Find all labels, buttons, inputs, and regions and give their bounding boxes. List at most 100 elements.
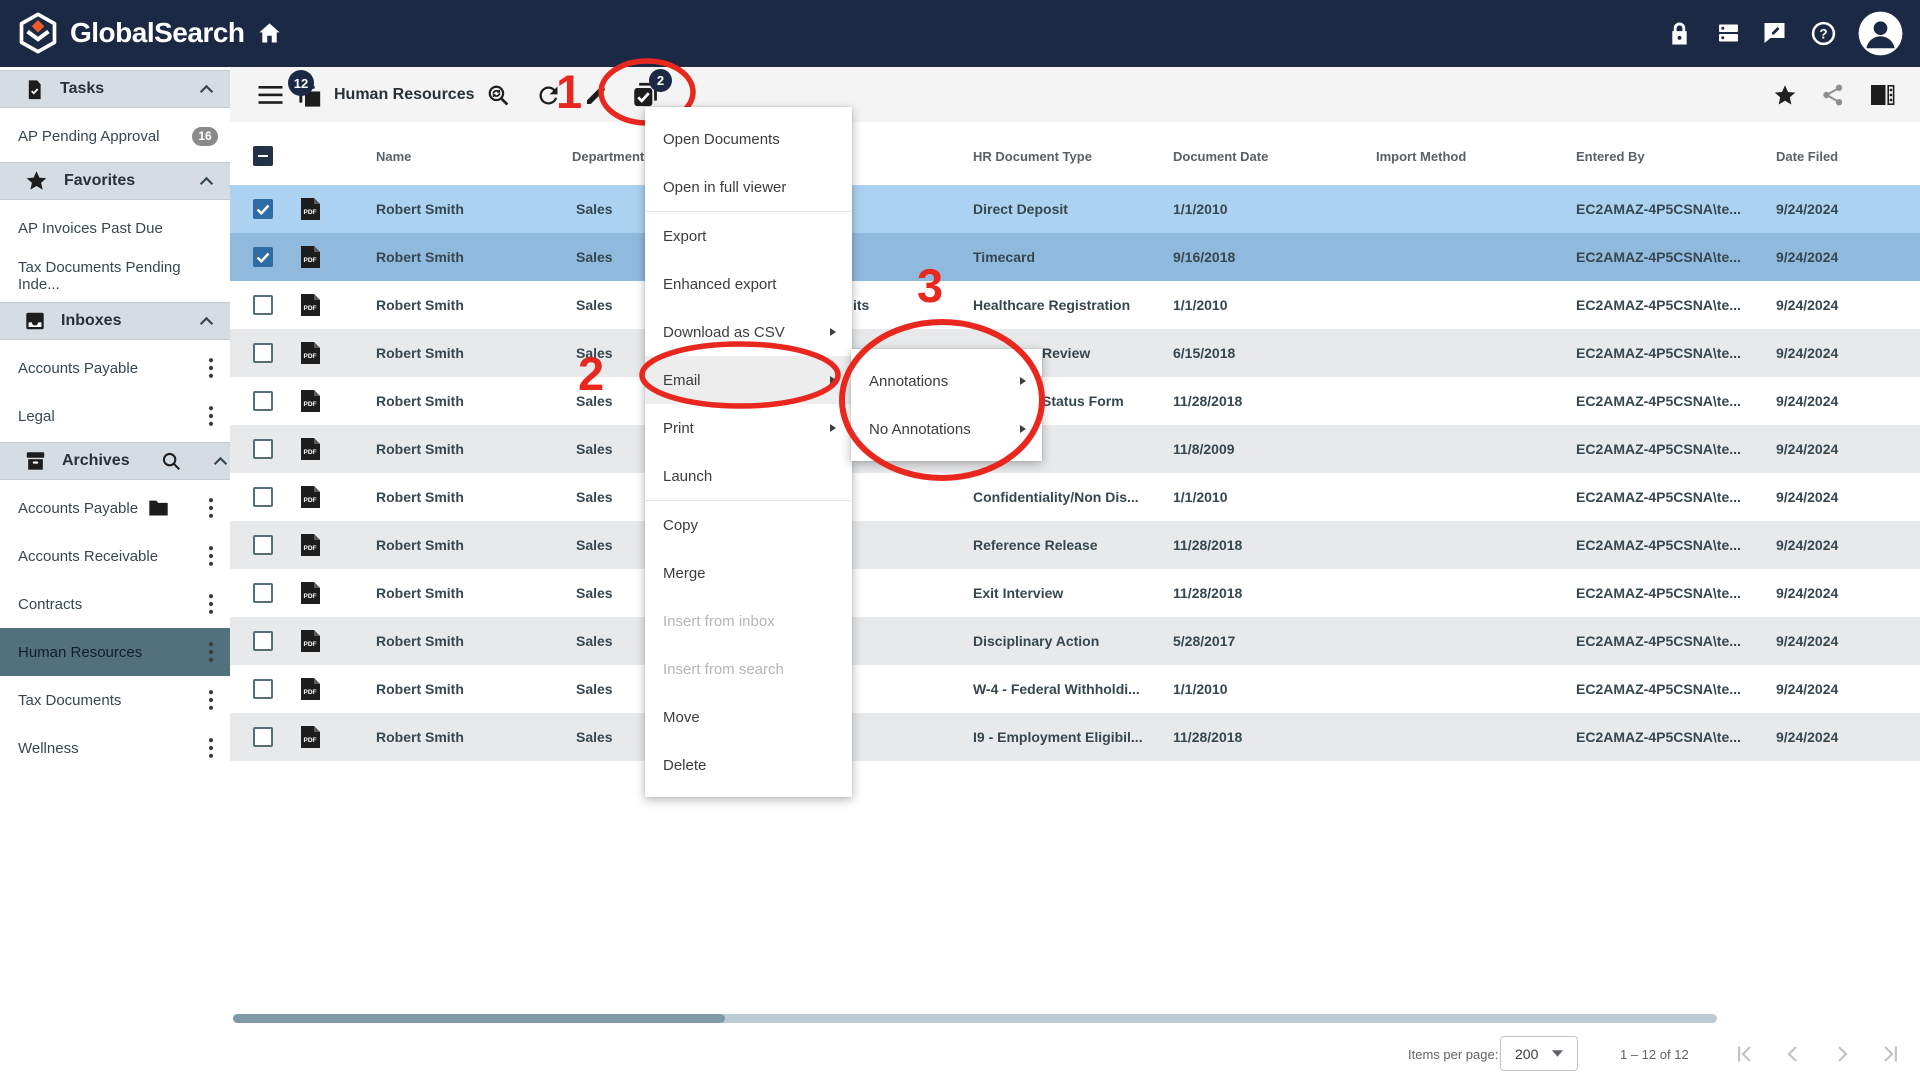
- row-checkbox[interactable]: [253, 487, 273, 507]
- view-column-icon[interactable]: [1870, 84, 1895, 106]
- menu-item-print[interactable]: Print: [645, 404, 852, 452]
- submenu-item-no-annotations[interactable]: No Annotations: [851, 405, 1042, 453]
- previous-page-button[interactable]: [1780, 1041, 1806, 1067]
- pdf-file-icon[interactable]: PDF: [300, 425, 321, 473]
- table-row[interactable]: PDFRobert SmithSalesReference Release11/…: [230, 521, 1920, 569]
- table-row[interactable]: PDFRobert SmithSalesConfidentiality/Non …: [230, 473, 1920, 521]
- menu-item-copy[interactable]: Copy: [645, 501, 852, 549]
- row-checkbox[interactable]: [253, 295, 273, 315]
- page-size-select[interactable]: 200: [1500, 1036, 1578, 1071]
- lock-icon[interactable]: [1668, 21, 1691, 47]
- menu-item-move[interactable]: Move: [645, 693, 852, 741]
- menu-item-open-in-full-viewer[interactable]: Open in full viewer: [645, 163, 852, 211]
- table-row[interactable]: PDFRobert SmithSalesDisciplinary Action5…: [230, 617, 1920, 665]
- search-icon[interactable]: [160, 450, 182, 472]
- next-page-button[interactable]: [1829, 1041, 1855, 1067]
- menu-item-open-documents[interactable]: Open Documents: [645, 115, 852, 163]
- pdf-file-icon[interactable]: PDF: [300, 713, 321, 761]
- pdf-file-icon[interactable]: PDF: [300, 377, 321, 425]
- sidebar-item-accounts-receivable[interactable]: Accounts Receivable: [0, 532, 230, 580]
- first-page-button[interactable]: [1731, 1041, 1757, 1067]
- menu-item-delete[interactable]: Delete: [645, 741, 852, 789]
- row-checkbox[interactable]: [253, 247, 273, 267]
- select-all-checkbox[interactable]: [253, 146, 273, 166]
- column-header-document-date[interactable]: Document Date: [1173, 141, 1268, 171]
- kebab-menu-icon[interactable]: [204, 641, 218, 663]
- row-checkbox[interactable]: [253, 391, 273, 411]
- scrollbar-thumb[interactable]: [233, 1014, 725, 1023]
- sidebar-item-wellness[interactable]: Wellness: [0, 724, 230, 772]
- kebab-menu-icon[interactable]: [204, 405, 218, 427]
- row-checkbox[interactable]: [253, 343, 273, 363]
- pdf-file-icon[interactable]: PDF: [300, 569, 321, 617]
- pdf-file-icon[interactable]: PDF: [300, 665, 321, 713]
- kebab-menu-icon[interactable]: [204, 357, 218, 379]
- kebab-menu-icon[interactable]: [204, 689, 218, 711]
- row-checkbox[interactable]: [253, 439, 273, 459]
- kebab-menu-icon[interactable]: [204, 593, 218, 615]
- menu-item-enhanced-export[interactable]: Enhanced export: [645, 260, 852, 308]
- pdf-file-icon[interactable]: PDF: [300, 473, 321, 521]
- help-icon[interactable]: ?: [1811, 21, 1836, 46]
- kebab-menu-icon[interactable]: [204, 497, 218, 519]
- pdf-file-icon[interactable]: PDF: [300, 329, 321, 377]
- kebab-menu-icon[interactable]: [204, 545, 218, 567]
- sidebar-item-contracts[interactable]: Contracts: [0, 580, 230, 628]
- pdf-file-icon[interactable]: PDF: [300, 521, 321, 569]
- pdf-file-icon[interactable]: PDF: [300, 281, 321, 329]
- row-checkbox[interactable]: [253, 535, 273, 555]
- column-header-department[interactable]: Department: [572, 141, 644, 171]
- menu-item-export[interactable]: Export: [645, 212, 852, 260]
- table-row[interactable]: PDFRobert SmithSalesI9 - Employment Elig…: [230, 713, 1920, 761]
- column-header-entered-by[interactable]: Entered By: [1576, 141, 1645, 171]
- table-row[interactable]: PDFRobert SmithSalesitsHealthcare Regist…: [230, 281, 1920, 329]
- sidebar-item-accounts-payable[interactable]: Accounts Payable: [0, 344, 230, 392]
- pdf-file-icon[interactable]: PDF: [300, 617, 321, 665]
- table-row[interactable]: PDFRobert SmithSalesStatus Form11/28/201…: [230, 377, 1920, 425]
- horizontal-scrollbar[interactable]: [233, 1014, 1717, 1023]
- last-page-button[interactable]: [1878, 1041, 1904, 1067]
- table-row[interactable]: PDFRobert SmithSalesReview6/15/2018EC2AM…: [230, 329, 1920, 377]
- row-checkbox[interactable]: [253, 199, 273, 219]
- pdf-file-icon[interactable]: PDF: [300, 233, 321, 281]
- column-header-name[interactable]: Name: [376, 141, 411, 171]
- row-checkbox[interactable]: [253, 631, 273, 651]
- storage-icon[interactable]: [1716, 21, 1741, 45]
- refresh-search-icon[interactable]: [485, 83, 512, 108]
- sidebar-item-accounts-payable[interactable]: Accounts Payable: [0, 484, 230, 532]
- table-row[interactable]: PDFRobert SmithSalesW-4 - Federal Withho…: [230, 665, 1920, 713]
- sidebar-item-legal[interactable]: Legal: [0, 392, 230, 440]
- share-icon[interactable]: [1821, 83, 1845, 107]
- menu-item-download-as-csv[interactable]: Download as CSV: [645, 308, 852, 356]
- menu-hamburger-icon[interactable]: [258, 86, 283, 104]
- row-checkbox[interactable]: [253, 583, 273, 603]
- sidebar-item-ap-invoices-past-due[interactable]: AP Invoices Past Due: [0, 204, 230, 252]
- kebab-menu-icon[interactable]: [204, 737, 218, 759]
- sidebar-item-tax-documents-pending-inde[interactable]: Tax Documents Pending Inde...: [0, 252, 230, 300]
- table-row[interactable]: PDFRobert SmithSalesExit Interview11/28/…: [230, 569, 1920, 617]
- pdf-file-icon[interactable]: PDF: [300, 185, 321, 233]
- avatar[interactable]: [1857, 10, 1904, 57]
- sidebar-section-archives[interactable]: Archives: [0, 442, 230, 480]
- edit-icon[interactable]: [584, 83, 608, 107]
- menu-item-launch[interactable]: Launch: [645, 452, 852, 500]
- sidebar-section-tasks[interactable]: Tasks: [0, 70, 230, 108]
- table-row[interactable]: PDFRobert SmithSalesTimecard9/16/2018EC2…: [230, 233, 1920, 281]
- sidebar-section-inboxes[interactable]: Inboxes: [0, 302, 230, 340]
- row-checkbox[interactable]: [253, 727, 273, 747]
- table-row[interactable]: PDFRobert SmithSalesDirect Deposit1/1/20…: [230, 185, 1920, 233]
- sidebar-item-human-resources[interactable]: Human Resources: [0, 628, 230, 676]
- home-icon[interactable]: [256, 20, 283, 47]
- column-header-date-filed[interactable]: Date Filed: [1776, 141, 1838, 171]
- menu-item-email[interactable]: Email: [645, 356, 852, 404]
- sidebar-section-favorites[interactable]: Favorites: [0, 162, 230, 200]
- column-header-hr-document-type[interactable]: HR Document Type: [973, 141, 1092, 171]
- submenu-item-annotations[interactable]: Annotations: [851, 357, 1042, 405]
- row-checkbox[interactable]: [253, 679, 273, 699]
- table-row[interactable]: PDFRobert SmithSales11/8/2009EC2AMAZ-4P5…: [230, 425, 1920, 473]
- feedback-icon[interactable]: [1762, 21, 1787, 45]
- sidebar-item-ap-pending-approval[interactable]: AP Pending Approval16: [0, 112, 230, 160]
- column-header-import-method[interactable]: Import Method: [1376, 141, 1466, 171]
- menu-item-merge[interactable]: Merge: [645, 549, 852, 597]
- favorite-star-icon[interactable]: [1772, 83, 1798, 108]
